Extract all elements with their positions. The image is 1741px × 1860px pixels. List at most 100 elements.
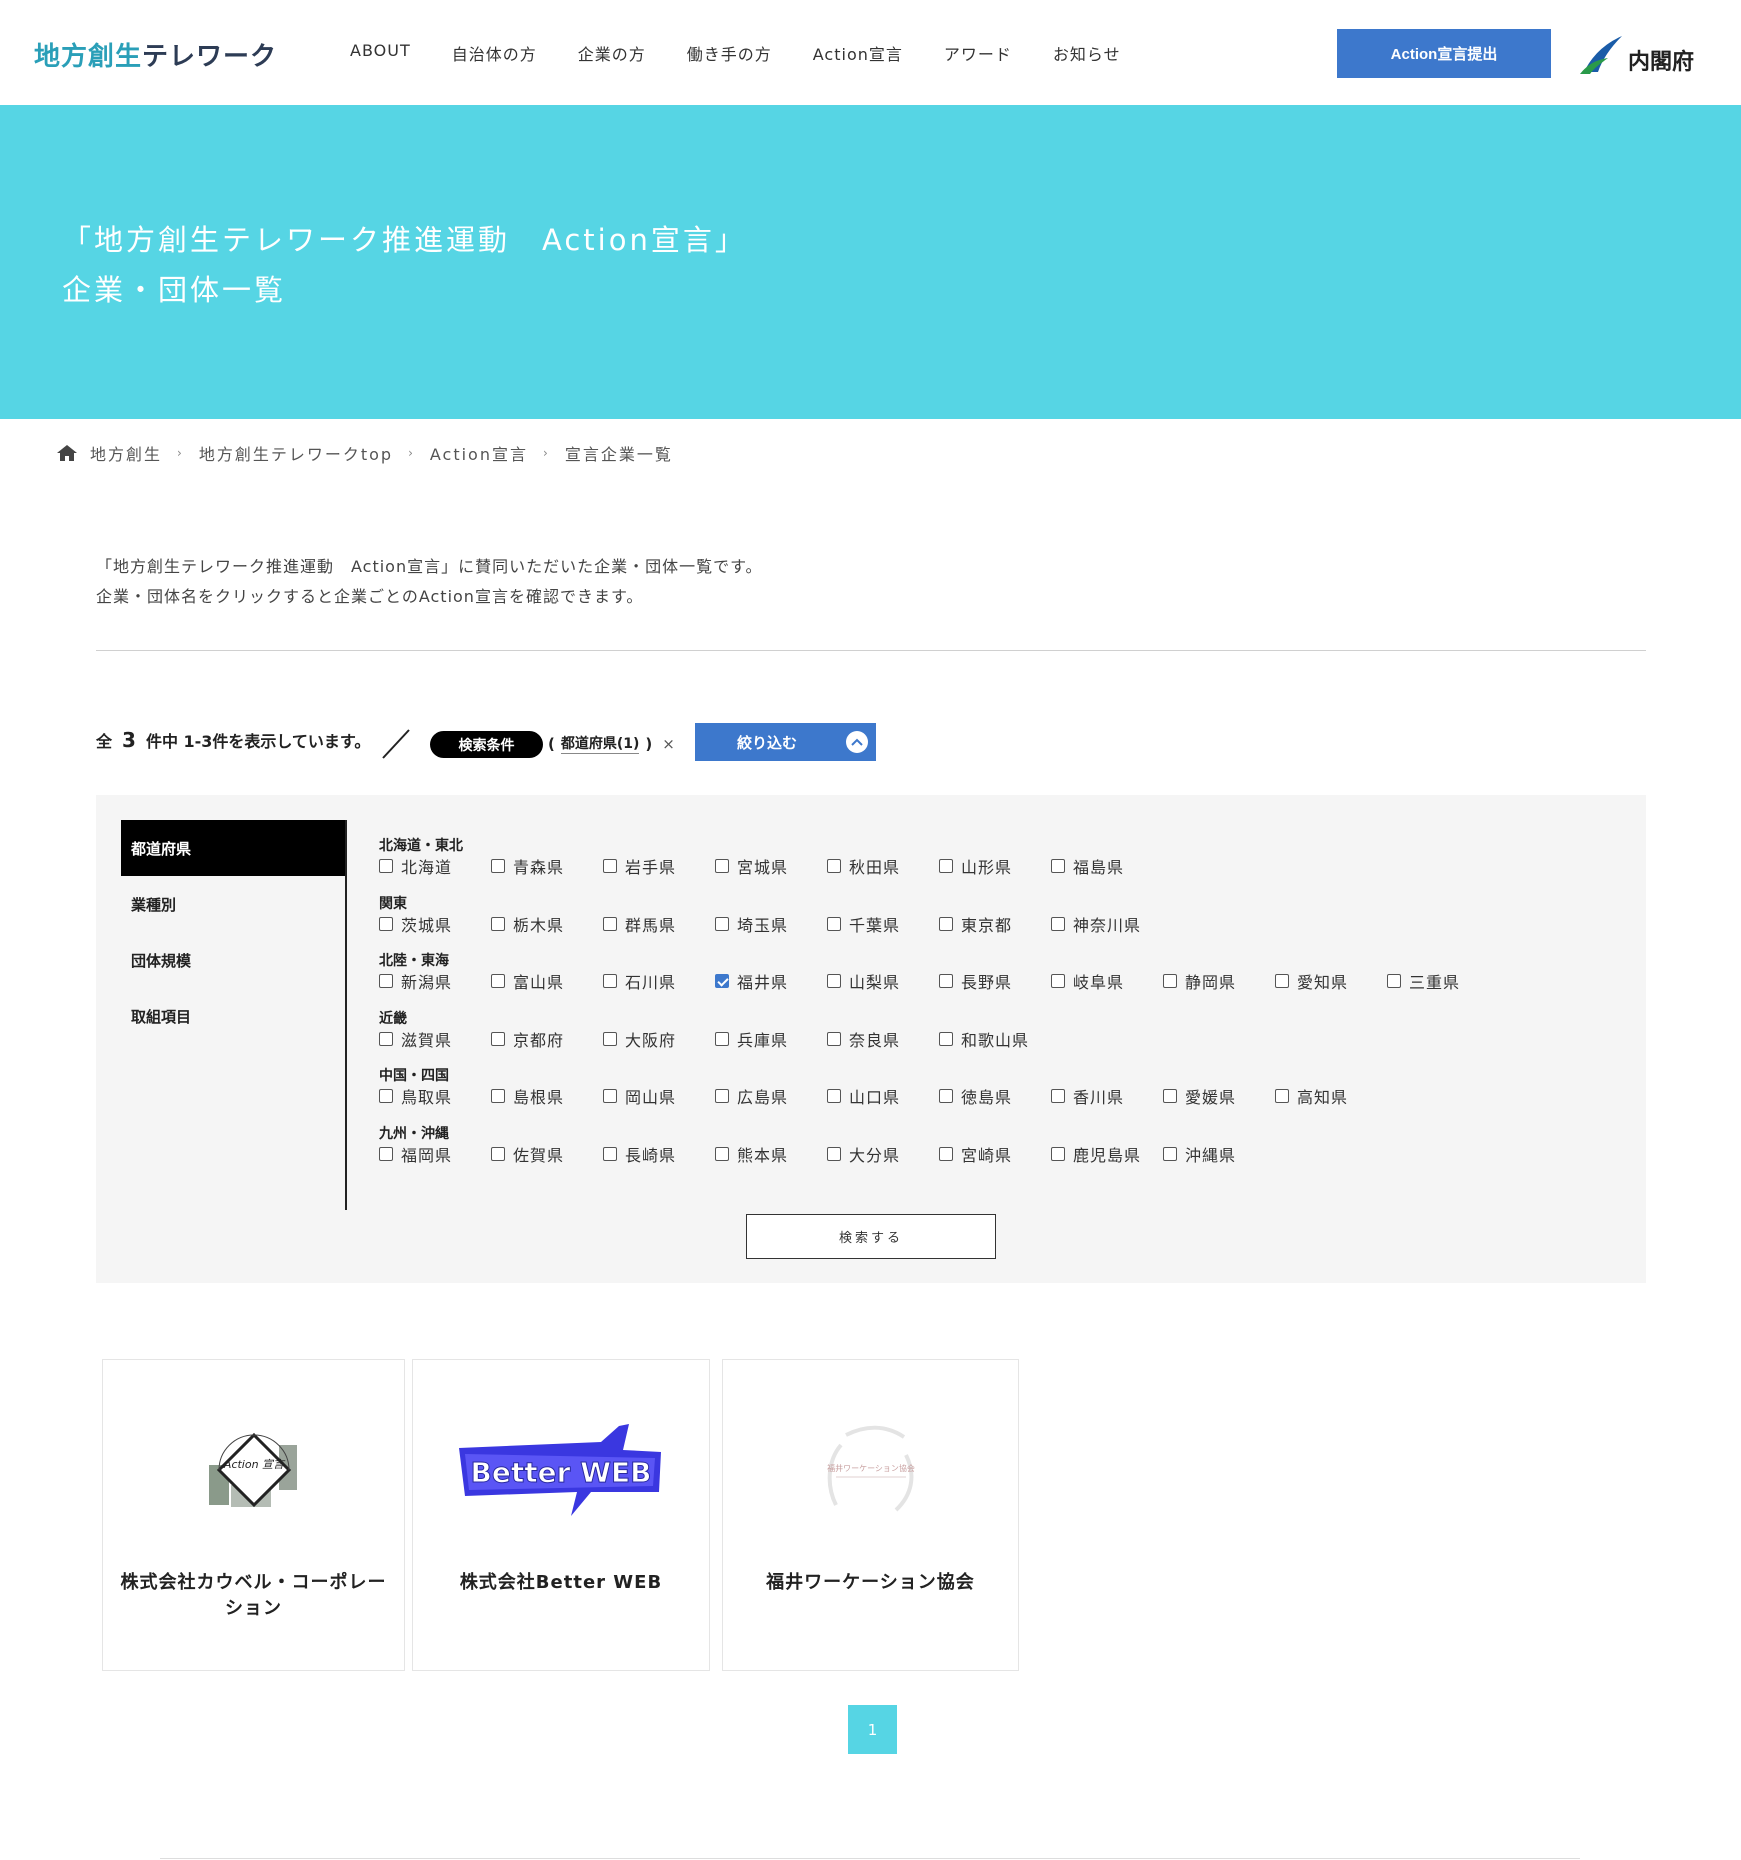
filter-toggle-button[interactable]: 絞り込む — [695, 723, 876, 761]
prefecture-checkbox[interactable] — [603, 1146, 617, 1161]
prefecture-option[interactable]: 岩手県 — [603, 854, 715, 878]
prefecture-checkbox[interactable] — [827, 1146, 841, 1161]
prefecture-option[interactable]: 福岡県 — [379, 1142, 491, 1166]
prefecture-checkbox[interactable] — [379, 1089, 393, 1104]
prefecture-checkbox[interactable] — [939, 859, 953, 873]
company-card[interactable]: Better WEB 株式会社Better WEB — [412, 1359, 710, 1671]
prefecture-option[interactable]: 滋賀県 — [379, 1027, 491, 1051]
prefecture-checkbox[interactable] — [1163, 974, 1177, 989]
prefecture-option[interactable]: 沖縄県 — [1163, 1142, 1275, 1166]
prefecture-checkbox[interactable] — [603, 974, 617, 989]
prefecture-checkbox[interactable] — [715, 1146, 729, 1161]
prefecture-option[interactable]: 長野県 — [939, 969, 1051, 993]
prefecture-option[interactable]: 青森県 — [491, 854, 603, 878]
prefecture-checkbox[interactable] — [491, 1089, 505, 1104]
prefecture-option[interactable]: 熊本県 — [715, 1142, 827, 1166]
prefecture-option[interactable]: 兵庫県 — [715, 1027, 827, 1051]
prefecture-option[interactable]: 埼玉県 — [715, 912, 827, 936]
prefecture-checkbox[interactable] — [1387, 974, 1401, 989]
prefecture-checkbox[interactable] — [827, 859, 841, 873]
prefecture-checkbox[interactable] — [715, 916, 729, 931]
prefecture-checkbox[interactable] — [379, 859, 393, 873]
tab-initiatives[interactable]: 取組項目 — [121, 988, 345, 1044]
prefecture-option[interactable]: 山梨県 — [827, 969, 939, 993]
prefecture-checkbox[interactable] — [491, 916, 505, 931]
prefecture-option[interactable]: 鳥取県 — [379, 1084, 491, 1108]
prefecture-checkbox[interactable] — [603, 1089, 617, 1104]
prefecture-option[interactable]: 福島県 — [1051, 854, 1163, 878]
prefecture-checkbox[interactable] — [491, 1031, 505, 1046]
prefecture-checkbox[interactable] — [1051, 1089, 1065, 1104]
breadcrumb-item-home[interactable]: 地方創生 — [90, 441, 162, 465]
prefecture-checkbox[interactable] — [827, 916, 841, 931]
nav-action[interactable]: Action宣言 — [813, 41, 903, 65]
prefecture-option[interactable]: 愛知県 — [1275, 969, 1387, 993]
prefecture-option[interactable]: 栃木県 — [491, 912, 603, 936]
prefecture-checkbox[interactable] — [603, 859, 617, 873]
prefecture-option[interactable]: 和歌山県 — [939, 1027, 1051, 1051]
company-name[interactable]: 株式会社Better WEB — [427, 1570, 695, 1596]
prefecture-checkbox[interactable] — [603, 1031, 617, 1046]
prefecture-option[interactable]: 長崎県 — [603, 1142, 715, 1166]
prefecture-checkbox[interactable] — [939, 1031, 953, 1046]
prefecture-checkbox[interactable] — [1051, 916, 1065, 931]
prefecture-option[interactable]: 富山県 — [491, 969, 603, 993]
prefecture-option[interactable]: 群馬県 — [603, 912, 715, 936]
breadcrumb-item-action[interactable]: Action宣言 — [430, 441, 528, 465]
prefecture-checkbox[interactable] — [1275, 974, 1289, 989]
prefecture-option[interactable]: 京都府 — [491, 1027, 603, 1051]
prefecture-checkbox[interactable] — [1275, 1089, 1289, 1104]
prefecture-checkbox[interactable] — [1163, 1146, 1177, 1161]
prefecture-checkbox[interactable] — [715, 859, 729, 873]
prefecture-option[interactable]: 静岡県 — [1163, 969, 1275, 993]
prefecture-option[interactable]: 岐阜県 — [1051, 969, 1163, 993]
prefecture-option[interactable]: 大分県 — [827, 1142, 939, 1166]
company-card[interactable]: 福井ワーケーション協会 福井ワーケーション協会 — [722, 1359, 1019, 1671]
pagination-current-page[interactable]: 1 — [848, 1705, 897, 1754]
nav-news[interactable]: お知らせ — [1053, 41, 1121, 65]
prefecture-checkbox[interactable] — [491, 1146, 505, 1161]
prefecture-option[interactable]: 山口県 — [827, 1084, 939, 1108]
cabinet-office-logo[interactable]: 内閣府 — [1578, 34, 1694, 76]
prefecture-option[interactable]: 大阪府 — [603, 1027, 715, 1051]
prefecture-checkbox[interactable] — [715, 1031, 729, 1046]
prefecture-option[interactable]: 宮城県 — [715, 854, 827, 878]
prefecture-checkbox[interactable] — [1051, 859, 1065, 873]
prefecture-option[interactable]: 千葉県 — [827, 912, 939, 936]
prefecture-option[interactable]: 広島県 — [715, 1084, 827, 1108]
nav-about[interactable]: ABOUT — [350, 41, 411, 65]
prefecture-checkbox[interactable] — [603, 916, 617, 931]
prefecture-checkbox[interactable] — [715, 1089, 729, 1104]
prefecture-checkbox[interactable] — [1163, 1089, 1177, 1104]
prefecture-option[interactable]: 北海道 — [379, 854, 491, 878]
prefecture-checkbox[interactable] — [491, 974, 505, 989]
prefecture-option[interactable]: 石川県 — [603, 969, 715, 993]
company-name[interactable]: 株式会社カウベル・コーポレーション — [117, 1570, 390, 1622]
nav-award[interactable]: アワード — [944, 41, 1012, 65]
prefecture-option[interactable]: 佐賀県 — [491, 1142, 603, 1166]
tab-prefecture[interactable]: 都道府県 — [121, 820, 345, 876]
prefecture-option[interactable]: 愛媛県 — [1163, 1084, 1275, 1108]
nav-companies[interactable]: 企業の方 — [578, 41, 646, 65]
prefecture-checkbox[interactable] — [939, 1089, 953, 1104]
prefecture-checkbox[interactable] — [827, 974, 841, 989]
site-logo[interactable]: 地方創生テレワーク — [34, 36, 277, 73]
prefecture-option[interactable]: 秋田県 — [827, 854, 939, 878]
company-name[interactable]: 福井ワーケーション協会 — [737, 1570, 1004, 1596]
prefecture-option[interactable]: 東京都 — [939, 912, 1051, 936]
tab-industry[interactable]: 業種別 — [121, 876, 345, 932]
prefecture-checkbox[interactable] — [379, 974, 393, 989]
prefecture-option[interactable]: 神奈川県 — [1051, 912, 1163, 936]
prefecture-checkbox[interactable] — [379, 916, 393, 931]
prefecture-option[interactable]: 鹿児島県 — [1051, 1142, 1163, 1166]
prefecture-checkbox[interactable] — [939, 1146, 953, 1161]
prefecture-option[interactable]: 三重県 — [1387, 969, 1499, 993]
prefecture-option[interactable]: 岡山県 — [603, 1084, 715, 1108]
prefecture-checkbox[interactable] — [827, 1089, 841, 1104]
breadcrumb-item-telework[interactable]: 地方創生テレワークtop — [199, 441, 393, 465]
prefecture-checkbox[interactable] — [379, 1031, 393, 1046]
prefecture-option[interactable]: 山形県 — [939, 854, 1051, 878]
home-icon[interactable] — [56, 444, 78, 462]
prefecture-checkbox[interactable] — [379, 1146, 393, 1161]
prefecture-option[interactable]: 高知県 — [1275, 1084, 1387, 1108]
